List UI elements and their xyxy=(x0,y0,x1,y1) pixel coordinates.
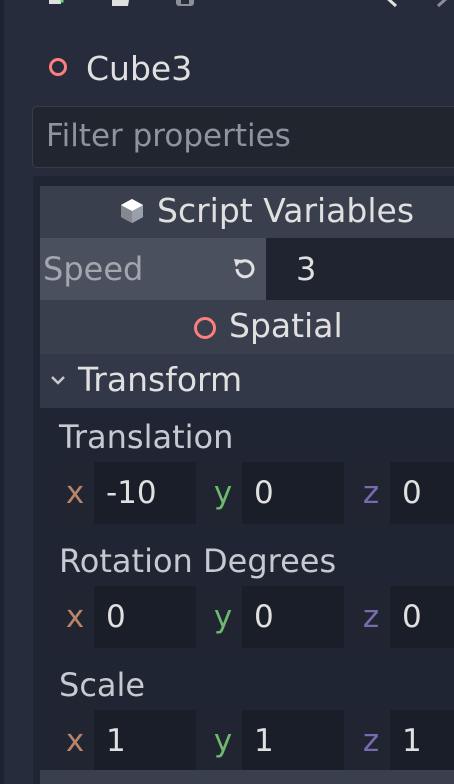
inspector-toolbar xyxy=(40,0,454,14)
section-label: Transform xyxy=(78,360,243,399)
scale-y-field[interactable]: y 1 xyxy=(204,710,344,772)
filter-properties-field[interactable]: Filter properties xyxy=(32,106,454,168)
translation-z-value: 0 xyxy=(402,475,422,511)
axis-z-label: z xyxy=(352,586,390,648)
transform-section[interactable]: Transform xyxy=(40,354,454,408)
spatial-node-icon xyxy=(194,317,216,339)
axis-x-label: x xyxy=(56,586,94,648)
cube-icon xyxy=(121,199,143,223)
scale-label: Scale xyxy=(59,666,146,704)
script-variables-section[interactable]: Script Variables xyxy=(40,186,454,238)
node-name: Cube3 xyxy=(86,49,193,88)
axis-y-label: y xyxy=(204,586,242,648)
rotation-z-value: 0 xyxy=(402,599,422,635)
axis-z-label: z xyxy=(352,710,390,772)
panel-divider[interactable] xyxy=(0,0,4,784)
translation-x-value: -10 xyxy=(106,475,157,511)
back-arrow-icon[interactable] xyxy=(380,0,402,8)
rotation-x-field[interactable]: x 0 xyxy=(56,586,196,648)
translation-x-field[interactable]: x -10 xyxy=(56,462,196,524)
translation-z-field[interactable]: z 0 xyxy=(352,462,454,524)
speed-value: 3 xyxy=(296,250,317,288)
rotation-label: Rotation Degrees xyxy=(59,542,337,580)
translation-y-field[interactable]: y 0 xyxy=(204,462,344,524)
speed-label-area: Speed xyxy=(40,238,266,300)
rotation-y-field[interactable]: y 0 xyxy=(204,586,344,648)
scale-z-field[interactable]: z 1 xyxy=(352,710,454,772)
spatial-node-icon xyxy=(49,58,67,76)
scale-x-value: 1 xyxy=(106,723,126,759)
save-resource-icon[interactable] xyxy=(174,0,196,8)
rotation-z-field[interactable]: z 0 xyxy=(352,586,454,648)
section-label: Script Variables xyxy=(157,191,415,230)
filter-placeholder: Filter properties xyxy=(46,118,291,154)
speed-property: Speed 3 xyxy=(40,238,454,300)
axis-z-label: z xyxy=(352,462,390,524)
rotation-x-value: 0 xyxy=(106,599,126,635)
axis-y-label: y xyxy=(204,462,242,524)
section-label: Spatial xyxy=(229,306,343,345)
axis-x-label: x xyxy=(56,710,94,772)
axis-x-label: x xyxy=(56,462,94,524)
scale-y-value: 1 xyxy=(254,723,274,759)
scale-vector: x 1 y 1 z 1 xyxy=(56,710,454,772)
translation-vector: x -10 y 0 z 0 xyxy=(56,462,454,524)
revert-icon[interactable] xyxy=(230,255,258,283)
new-resource-icon[interactable] xyxy=(46,0,68,8)
axis-y-label: y xyxy=(204,710,242,772)
rotation-y-value: 0 xyxy=(254,599,274,635)
next-section-header[interactable] xyxy=(40,770,454,784)
speed-value-field[interactable]: 3 xyxy=(266,238,454,300)
scale-x-field[interactable]: x 1 xyxy=(56,710,196,772)
spatial-section[interactable]: Spatial xyxy=(40,300,454,354)
selected-node-header[interactable]: Cube3 xyxy=(40,46,454,92)
translation-y-value: 0 xyxy=(254,475,274,511)
rotation-vector: x 0 y 0 z 0 xyxy=(56,586,454,648)
translation-label: Translation xyxy=(59,418,234,456)
scale-z-value: 1 xyxy=(402,723,422,759)
chevron-down-icon xyxy=(51,376,65,385)
speed-label: Speed xyxy=(43,250,144,288)
open-resource-icon[interactable] xyxy=(110,0,132,8)
forward-arrow-icon[interactable] xyxy=(432,0,454,8)
inspector-panel: Cube3 Filter properties Script Variables… xyxy=(0,0,454,784)
